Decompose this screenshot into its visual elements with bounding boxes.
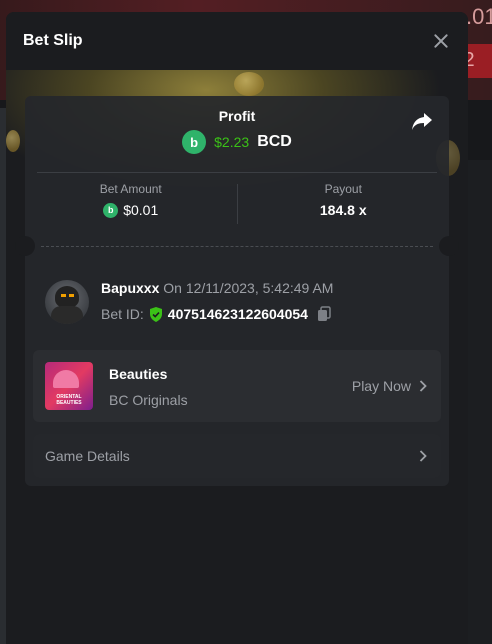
copy-icon[interactable] [317, 306, 331, 322]
play-now-button[interactable]: Play Now [352, 378, 427, 394]
bet-slip-modal: Bet Slip Profit b $2.23 BCD Bet Amount b… [6, 12, 468, 644]
background-right-edge [468, 160, 492, 644]
ticket-notch-right [439, 236, 459, 256]
user-line: Bapuxxx On 12/11/2023, 5:42:49 AM [101, 280, 333, 296]
avatar-eye [61, 294, 66, 297]
game-card[interactable]: ORIENTAL BEAUTIES Beauties BC Originals … [33, 350, 441, 422]
modal-empty-area [6, 486, 468, 644]
verified-shield-icon [149, 306, 162, 322]
bet-timestamp: On 12/11/2023, 5:42:49 AM [163, 280, 334, 296]
share-icon[interactable] [411, 111, 433, 131]
bet-id-line: Bet ID: 407514623122604054 [101, 306, 331, 322]
profit-label: Profit [218, 108, 256, 124]
username[interactable]: Bapuxxx [101, 280, 159, 296]
profit-value: $2.23 [214, 134, 250, 150]
divider [37, 172, 437, 173]
game-thumbnail[interactable]: ORIENTAL BEAUTIES [45, 362, 93, 410]
game-details-row[interactable]: Game Details [33, 434, 441, 478]
coin-decoration [234, 72, 264, 96]
bet-amount-label: Bet Amount [99, 182, 162, 196]
avatar[interactable] [45, 280, 89, 324]
game-thumbnail-text: ORIENTAL BEAUTIES [56, 394, 82, 406]
close-icon[interactable] [432, 32, 450, 50]
bcd-coin-icon: b [103, 202, 119, 218]
payout-value: 184.8 x [319, 202, 367, 218]
coin-decoration [6, 130, 20, 152]
avatar-body [51, 306, 83, 324]
bettor-info: Bapuxxx On 12/11/2023, 5:42:49 AM Bet ID… [45, 280, 435, 324]
profit-block: Profit b $2.23 BCD [25, 108, 449, 154]
avatar-head [55, 286, 79, 308]
bet-id-value: 407514623122604054 [167, 306, 308, 322]
modal-title: Bet Slip [23, 32, 83, 49]
chevron-right-icon [419, 380, 427, 392]
background-number: .01 [466, 4, 492, 29]
bet-stats: Bet Amount b $0.01 Payout 184.8 x [25, 182, 449, 226]
avatar-eye [69, 294, 74, 297]
payout-stat: Payout 184.8 x [238, 182, 450, 226]
dashed-divider [41, 246, 433, 247]
bet-amount-stat: Bet Amount b $0.01 [25, 182, 237, 226]
game-name: Beauties [109, 366, 168, 382]
game-details-label: Game Details [45, 448, 130, 464]
bet-id-label: Bet ID: [101, 306, 144, 322]
bcd-coin-icon: b [182, 130, 207, 154]
profit-currency: BCD [257, 133, 292, 150]
chevron-right-icon [419, 450, 427, 462]
payout-label: Payout [324, 182, 362, 196]
bet-amount-value-row: b $0.01 [25, 202, 237, 218]
fan-icon [53, 370, 79, 388]
bet-summary-card: Profit b $2.23 BCD Bet Amount b $0.01 Pa… [15, 96, 459, 486]
bet-amount-value: $0.01 [123, 202, 159, 218]
modal-header: Bet Slip [6, 12, 468, 70]
ticket-notch-left [15, 236, 35, 256]
profit-row: b $2.23 BCD [25, 130, 449, 154]
game-provider: BC Originals [109, 392, 188, 408]
play-now-label: Play Now [351, 378, 411, 394]
